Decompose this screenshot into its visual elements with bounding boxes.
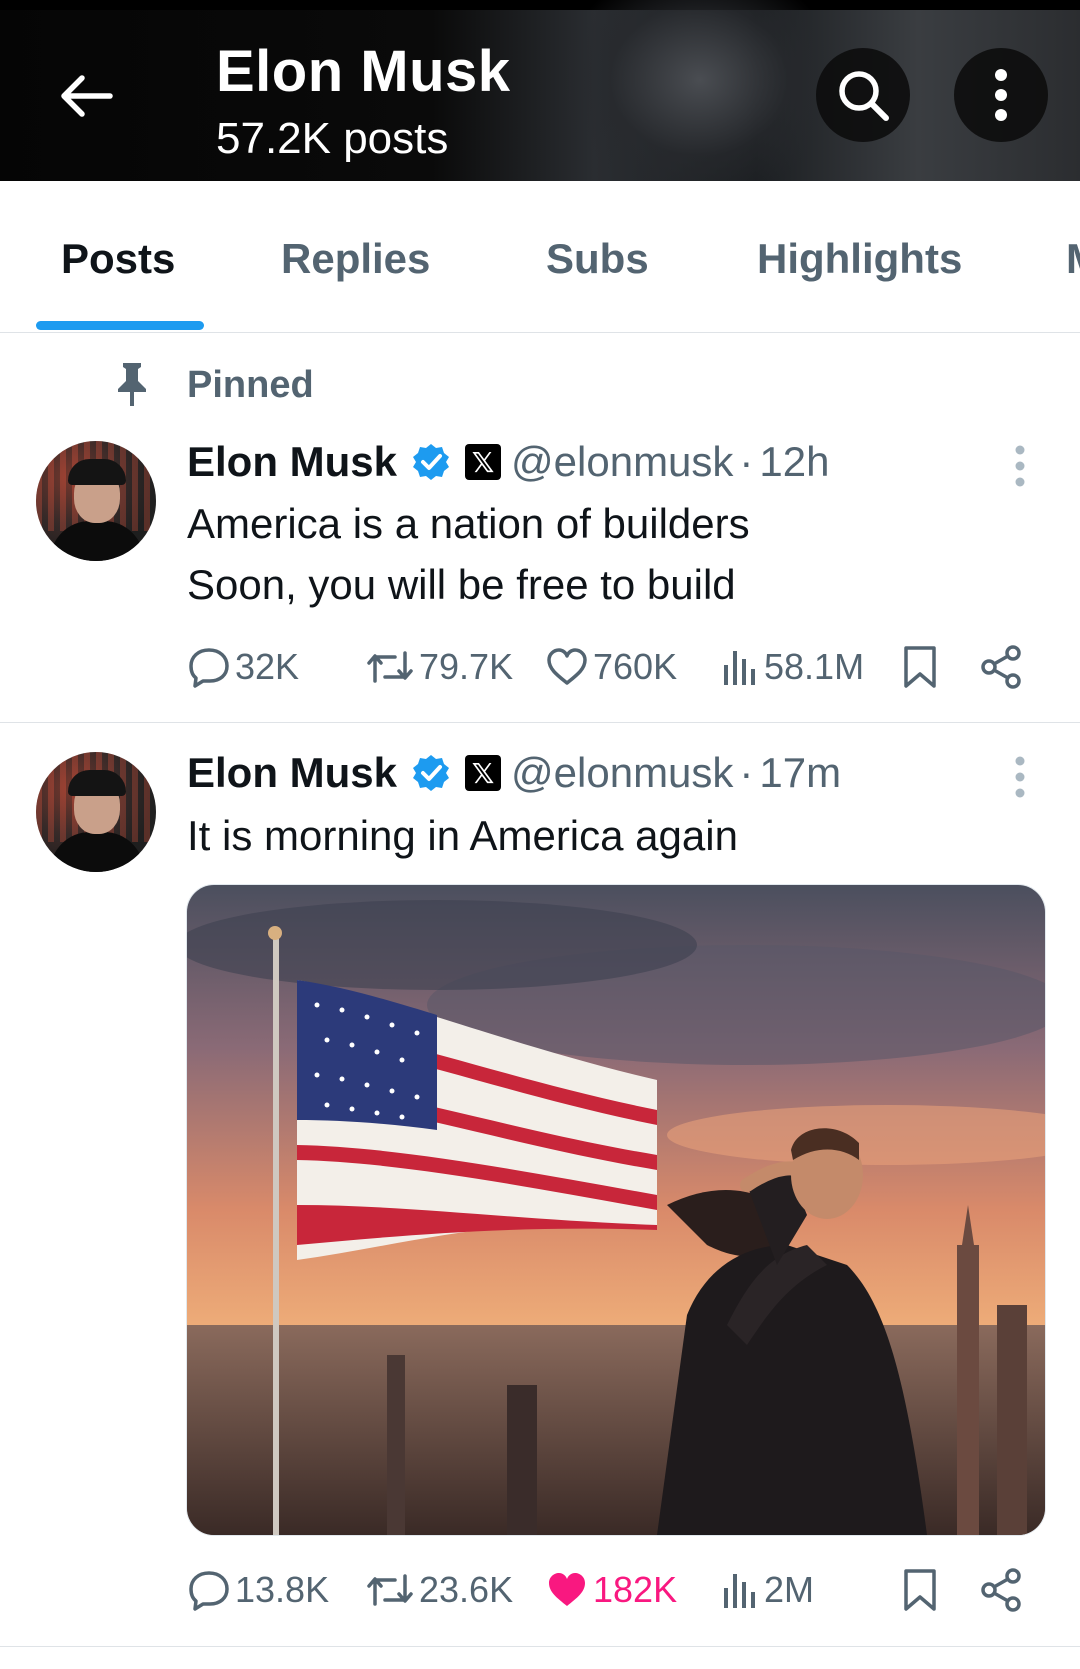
author-name[interactable]: Elon Musk bbox=[187, 438, 397, 486]
avatar[interactable] bbox=[36, 441, 156, 561]
bookmark-button[interactable] bbox=[900, 637, 944, 697]
bookmark-icon bbox=[904, 646, 936, 688]
post-text-line: Soon, you will be free to build bbox=[187, 561, 736, 608]
views-count: 58.1M bbox=[764, 646, 865, 687]
x-affiliate-icon: 𝕏 bbox=[465, 755, 502, 791]
search-icon bbox=[839, 71, 889, 121]
x-affiliate-icon: 𝕏 bbox=[465, 444, 502, 480]
more-vertical-icon bbox=[995, 69, 1007, 121]
arrow-left-icon bbox=[61, 75, 113, 117]
reply-button[interactable]: 32K bbox=[187, 637, 299, 697]
post-media-image[interactable] bbox=[186, 884, 1046, 1536]
verified-badge-icon bbox=[411, 753, 451, 793]
reply-count: 32K bbox=[235, 646, 300, 687]
header-banner-image bbox=[560, 0, 840, 181]
like-count: 182K bbox=[593, 1569, 678, 1610]
share-icon bbox=[981, 1568, 1021, 1612]
author-handle[interactable]: @elonmusk bbox=[511, 749, 733, 797]
separator-dot: · bbox=[739, 438, 754, 485]
reply-icon bbox=[189, 648, 229, 688]
heart-filled-icon bbox=[549, 1573, 585, 1606]
active-tab-indicator bbox=[36, 321, 204, 330]
author-handle[interactable]: @elonmusk bbox=[511, 438, 733, 486]
like-count: 760K bbox=[593, 646, 678, 687]
post-text-line: America is a nation of builders bbox=[187, 500, 750, 547]
verified-badge-icon bbox=[411, 442, 451, 482]
pin-icon bbox=[118, 363, 146, 406]
views-chart-icon bbox=[724, 651, 755, 685]
tab-highlights[interactable]: Highlights bbox=[757, 235, 962, 283]
profile-tabs: Posts Replies Subs Highlights M bbox=[0, 181, 1080, 333]
post-author-line: Elon Musk 𝕏 @elonmusk · 17m bbox=[187, 745, 841, 801]
bookmark-icon bbox=[904, 1569, 936, 1611]
avatar[interactable] bbox=[36, 752, 156, 872]
reply-count: 13.8K bbox=[235, 1569, 330, 1610]
post-more-button[interactable] bbox=[1004, 436, 1036, 496]
pinned-label: Pinned bbox=[187, 364, 314, 406]
views-button[interactable]: 58.1M bbox=[720, 637, 864, 697]
separator-dot: · bbox=[739, 749, 754, 796]
post-text-line: It is morning in America again bbox=[187, 812, 738, 859]
share-button[interactable] bbox=[979, 637, 1029, 697]
share-button[interactable] bbox=[979, 1560, 1029, 1620]
bookmark-button[interactable] bbox=[900, 1560, 944, 1620]
post-divider bbox=[0, 722, 1080, 723]
views-count: 2M bbox=[764, 1569, 815, 1610]
search-button[interactable] bbox=[816, 48, 910, 142]
post-time[interactable]: 17m bbox=[759, 749, 841, 797]
heart-icon bbox=[547, 648, 587, 685]
reply-icon bbox=[189, 1571, 229, 1611]
tab-posts[interactable]: Posts bbox=[61, 235, 175, 283]
repost-button[interactable]: 79.7K bbox=[365, 637, 513, 697]
profile-name-title: Elon Musk bbox=[216, 39, 511, 104]
profile-header: Elon Musk 57.2K posts bbox=[0, 0, 1080, 181]
more-options-button[interactable] bbox=[954, 48, 1048, 142]
like-button[interactable]: 760K bbox=[545, 637, 677, 697]
post-time[interactable]: 12h bbox=[759, 438, 829, 486]
pinned-indicator bbox=[112, 360, 152, 408]
back-button[interactable] bbox=[50, 60, 122, 132]
author-name[interactable]: Elon Musk bbox=[187, 749, 397, 797]
reply-button[interactable]: 13.8K bbox=[187, 1560, 329, 1620]
post-divider bbox=[0, 1646, 1080, 1647]
tab-replies[interactable]: Replies bbox=[281, 235, 430, 283]
share-icon bbox=[981, 645, 1021, 689]
more-vertical-icon bbox=[1015, 756, 1025, 798]
like-button[interactable]: 182K bbox=[545, 1560, 677, 1620]
repost-count: 23.6K bbox=[419, 1569, 514, 1610]
post-more-button[interactable] bbox=[1004, 747, 1036, 807]
repost-count: 79.7K bbox=[419, 646, 514, 687]
repost-icon bbox=[367, 651, 413, 683]
more-vertical-icon bbox=[1015, 445, 1025, 487]
views-button[interactable]: 2M bbox=[720, 1560, 814, 1620]
views-chart-icon bbox=[724, 1574, 755, 1608]
post-count: 57.2K posts bbox=[216, 114, 449, 163]
repost-icon bbox=[367, 1574, 413, 1606]
tab-subs[interactable]: Subs bbox=[546, 235, 649, 283]
flag-salute-photo bbox=[187, 885, 1045, 1535]
repost-button[interactable]: 23.6K bbox=[365, 1560, 513, 1620]
tab-media-partial[interactable]: M bbox=[1066, 235, 1080, 283]
post-actions: 32K 79.7K 760K 58.1M bbox=[187, 637, 1037, 697]
post-author-line: Elon Musk 𝕏 @elonmusk · 12h bbox=[187, 434, 830, 490]
post-actions: 13.8K 23.6K 182K 2M bbox=[187, 1560, 1037, 1620]
status-bar-strip bbox=[0, 0, 1080, 10]
